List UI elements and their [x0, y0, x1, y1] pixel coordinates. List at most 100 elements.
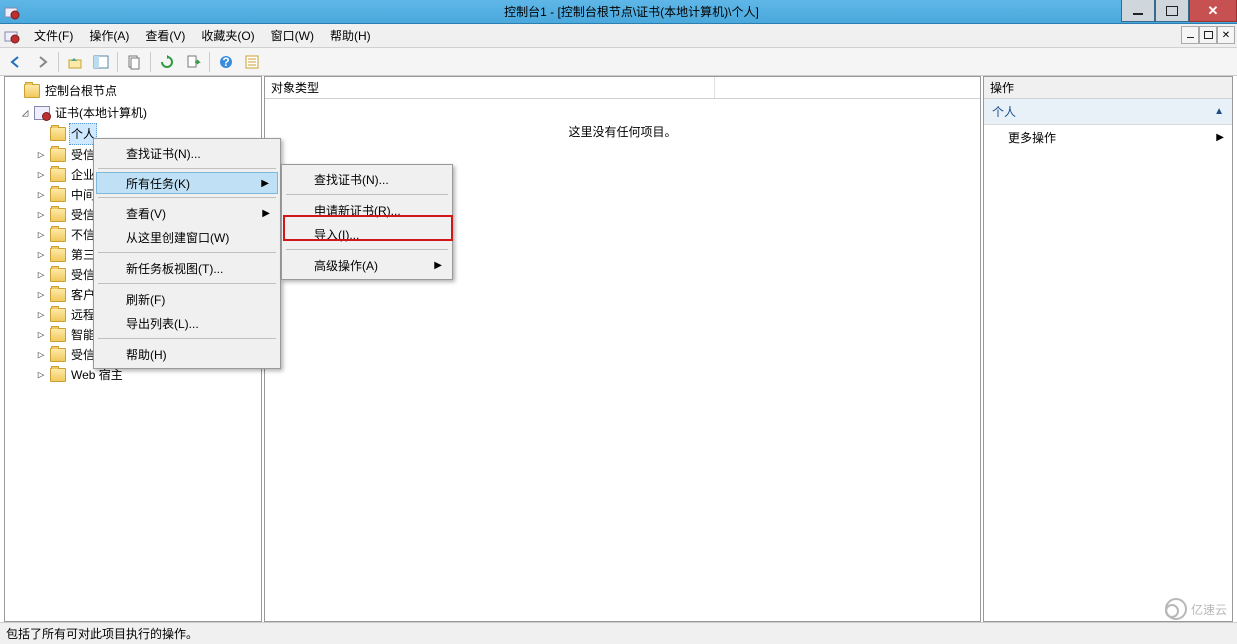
menu-separator — [98, 197, 276, 198]
copy-button[interactable] — [122, 50, 146, 74]
mdi-minimize-button[interactable] — [1181, 26, 1199, 44]
menu-item-label: 导出列表(L)... — [126, 315, 199, 332]
menu-item-label: 查找证书(N)... — [314, 171, 389, 188]
mmc-icon — [4, 28, 20, 44]
tree-cert-root-label: 证书(本地计算机) — [53, 103, 149, 123]
back-button[interactable] — [4, 50, 28, 74]
menu-item-label: 查找证书(N)... — [126, 145, 201, 162]
menu-separator — [286, 194, 448, 195]
menu-item-label: 申请新证书(R)... — [314, 202, 401, 219]
expand-icon[interactable]: ▷ — [35, 305, 47, 325]
expand-icon[interactable]: ▷ — [35, 345, 47, 365]
menu-action[interactable]: 操作(A) — [81, 25, 137, 46]
forward-button[interactable] — [30, 50, 54, 74]
toolbar-separator — [150, 52, 151, 72]
expand-icon[interactable]: ▷ — [35, 265, 47, 285]
export-button[interactable] — [181, 50, 205, 74]
actions-pane-header: 操作 — [984, 77, 1232, 99]
expand-icon[interactable]: ▷ — [35, 165, 47, 185]
column-header[interactable]: 对象类型 — [265, 77, 715, 98]
actions-more-label: 更多操作 — [1008, 129, 1056, 146]
folder-icon — [50, 348, 66, 362]
toolbar: ? — [0, 48, 1237, 76]
tree-root-label: 控制台根节点 — [43, 81, 119, 101]
menu-file[interactable]: 文件(F) — [26, 25, 81, 46]
submenu-find-certs[interactable]: 查找证书(N)... — [284, 167, 450, 191]
expand-icon[interactable]: ▷ — [35, 145, 47, 165]
submenu-request-cert[interactable]: 申请新证书(R)... — [284, 198, 450, 222]
menu-refresh[interactable]: 刷新(F) — [96, 287, 278, 311]
menu-new-window[interactable]: 从这里创建窗口(W) — [96, 225, 278, 249]
help-button[interactable]: ? — [214, 50, 238, 74]
submenu-arrow-icon: ▶ — [261, 178, 269, 189]
expand-icon[interactable]: ▷ — [35, 325, 47, 345]
menu-favorites[interactable]: 收藏夹(O) — [193, 25, 262, 46]
menu-find-certs[interactable]: 查找证书(N)... — [96, 141, 278, 165]
show-hide-tree-button[interactable] — [89, 50, 113, 74]
context-submenu: 查找证书(N)... 申请新证书(R)... 导入(I)... 高级操作(A) ▶ — [281, 164, 453, 280]
menu-export-list[interactable]: 导出列表(L)... — [96, 311, 278, 335]
submenu-import[interactable]: 导入(I)... — [284, 222, 450, 246]
collapse-icon[interactable]: ◿ — [19, 103, 31, 123]
folder-icon — [50, 188, 66, 202]
menu-view[interactable]: 查看(V)▶ — [96, 201, 278, 225]
folder-icon — [50, 168, 66, 182]
menu-separator — [286, 249, 448, 250]
status-text: 包括了所有可对此项目执行的操作。 — [6, 625, 198, 642]
cert-icon — [34, 106, 50, 120]
refresh-button[interactable] — [155, 50, 179, 74]
toolbar-separator — [58, 52, 59, 72]
menu-item-label: 从这里创建窗口(W) — [126, 229, 229, 246]
submenu-arrow-icon: ▶ — [262, 208, 270, 219]
folder-icon — [50, 208, 66, 222]
menu-item-label: 新任务板视图(T)... — [126, 260, 223, 277]
expand-icon[interactable]: ▷ — [35, 365, 47, 385]
menu-item-label: 高级操作(A) — [314, 257, 378, 274]
column-header-row: 对象类型 — [265, 77, 980, 99]
menu-all-tasks[interactable]: 所有任务(K) ▶ — [96, 172, 278, 194]
menu-new-taskpad[interactable]: 新任务板视图(T)... — [96, 256, 278, 280]
actions-pane: 操作 个人 ▲ 更多操作 ▶ — [983, 76, 1233, 622]
expand-icon[interactable]: ▷ — [35, 285, 47, 305]
expand-icon[interactable]: ▷ — [35, 245, 47, 265]
folder-icon — [50, 268, 66, 282]
menu-view[interactable]: 查看(V) — [137, 25, 193, 46]
folder-icon — [50, 148, 66, 162]
toolbar-separator — [209, 52, 210, 72]
menu-item-label: 所有任务(K) — [126, 175, 190, 192]
expand-icon[interactable]: ▷ — [35, 225, 47, 245]
details-button[interactable] — [240, 50, 264, 74]
folder-icon — [50, 228, 66, 242]
menubar: 文件(F) 操作(A) 查看(V) 收藏夹(O) 窗口(W) 帮助(H) — [0, 24, 1237, 48]
expand-icon[interactable]: ▷ — [35, 205, 47, 225]
svg-text:?: ? — [222, 55, 229, 69]
actions-section-label: 个人 — [992, 103, 1016, 120]
submenu-arrow-icon: ▶ — [434, 260, 442, 271]
mdi-restore-button[interactable] — [1199, 26, 1217, 44]
empty-message: 这里没有任何项目。 — [265, 123, 980, 140]
folder-icon — [50, 288, 66, 302]
mdi-controls — [1181, 26, 1235, 44]
expand-icon[interactable]: ▷ — [35, 185, 47, 205]
maximize-button[interactable] — [1155, 0, 1189, 22]
tree-root[interactable]: 控制台根节点 — [7, 81, 259, 101]
actions-section[interactable]: 个人 ▲ — [984, 99, 1232, 125]
close-button[interactable] — [1189, 0, 1237, 22]
submenu-arrow-icon: ▶ — [1216, 132, 1224, 143]
menu-help[interactable]: 帮助(H) — [96, 342, 278, 366]
toolbar-separator — [117, 52, 118, 72]
menu-help[interactable]: 帮助(H) — [322, 25, 379, 46]
mdi-close-button[interactable] — [1217, 26, 1235, 44]
menu-separator — [98, 252, 276, 253]
menu-window[interactable]: 窗口(W) — [263, 25, 322, 46]
menu-item-label: 帮助(H) — [126, 346, 167, 363]
folder-icon — [50, 127, 66, 141]
folder-icon — [24, 84, 40, 98]
submenu-advanced[interactable]: 高级操作(A) ▶ — [284, 253, 450, 277]
actions-more[interactable]: 更多操作 ▶ — [984, 125, 1232, 150]
column-header-label: 对象类型 — [271, 79, 319, 96]
tree-cert-root[interactable]: ◿ 证书(本地计算机) — [7, 103, 259, 123]
up-button[interactable] — [63, 50, 87, 74]
minimize-button[interactable] — [1121, 0, 1155, 22]
collapse-icon: ▲ — [1214, 106, 1224, 117]
